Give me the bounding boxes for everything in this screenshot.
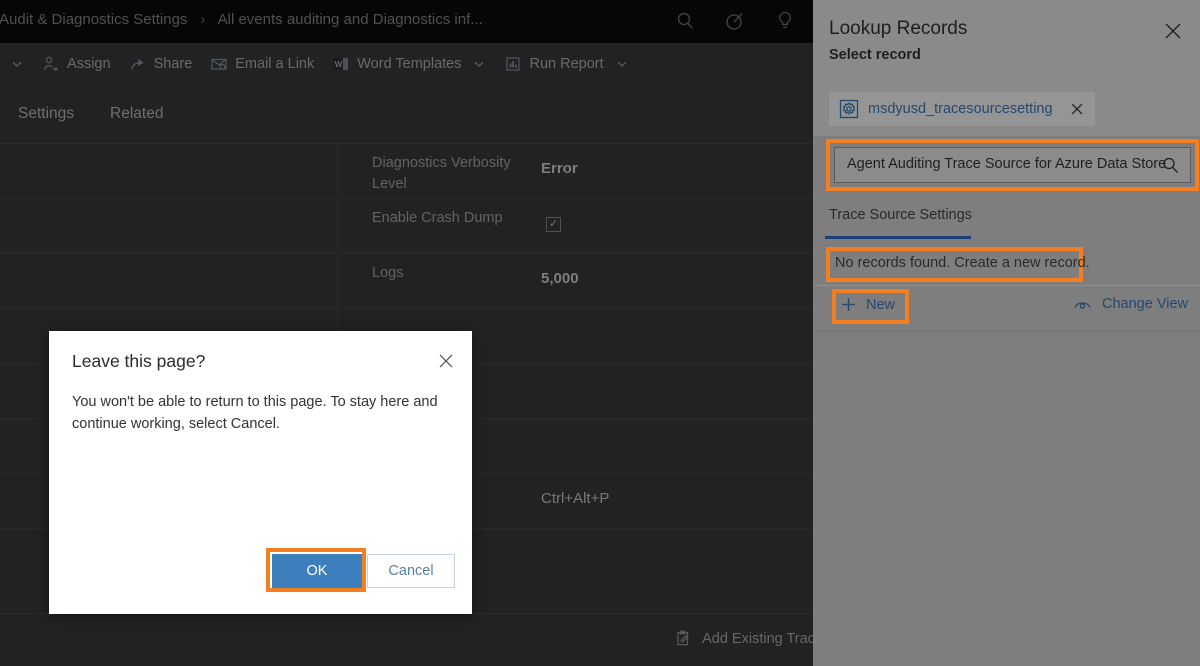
field-value[interactable]: 5,000 [541, 270, 579, 287]
chevron-down-icon [615, 57, 629, 71]
change-view-label: Change View [1102, 296, 1188, 312]
svg-text:W: W [335, 60, 343, 69]
view-tab-trace-source-settings[interactable]: Trace Source Settings [829, 207, 972, 223]
search-icon[interactable] [673, 9, 697, 33]
tab-related[interactable]: Related [92, 105, 181, 123]
shortcut-value[interactable]: Ctrl+Alt+P [541, 490, 609, 507]
breadcrumb-separator-icon: › [201, 11, 206, 27]
column-divider [337, 254, 338, 308]
close-icon[interactable] [436, 351, 456, 371]
close-icon[interactable] [1069, 101, 1085, 117]
field-value[interactable]: Error [541, 160, 578, 177]
enable-crash-dump-checkbox[interactable]: ✓ [546, 217, 561, 232]
search-input-value: Agent Auditing Trace Source for Azure Da… [847, 156, 1166, 172]
entity-filter-row: msdyusd_tracesourcesetting [813, 83, 1200, 136]
command-overflow-button[interactable] [0, 43, 33, 85]
form-footer-bar: Add Existing Trace [0, 613, 813, 666]
dialog-title: Leave this page? [72, 351, 205, 372]
breadcrumb: Audit & Diagnostics Settings › All event… [0, 11, 483, 28]
share-icon [129, 55, 147, 73]
top-navigation-bar: Audit & Diagnostics Settings › All event… [0, 0, 813, 43]
command-bar: Assign Share Email a Link [0, 43, 813, 86]
panel-header: Lookup Records Select record [813, 0, 1200, 83]
command-share[interactable]: Share [120, 43, 202, 85]
panel-subtitle: Select record [829, 47, 921, 63]
top-bar-icons [673, 9, 797, 33]
column-divider [337, 144, 338, 198]
form-row: Logs 5,000 [0, 254, 813, 309]
add-existing-label: Add Existing Trace [702, 631, 813, 647]
form-tab-strip: Settings Related [0, 85, 181, 143]
add-existing-trace-button[interactable]: Add Existing Trace [675, 630, 813, 647]
lookup-search-input[interactable]: Agent Auditing Trace Source for Azure Da… [834, 147, 1191, 183]
command-label: Share [154, 56, 193, 72]
lookup-records-panel: Lookup Records Select record msdyusd_tra… [813, 0, 1200, 666]
command-run-report[interactable]: Run Report [495, 43, 637, 85]
dialog-message: You won't be able to return to this page… [72, 391, 442, 435]
form-row: Enable Crash Dump ✓ [0, 199, 813, 254]
change-view-button[interactable]: Change View [1073, 296, 1188, 312]
view-tab-underline [825, 236, 971, 239]
form-row: Diagnostics Verbosity Level Error [0, 144, 813, 199]
assign-person-icon [42, 55, 60, 73]
breadcrumb-root[interactable]: Audit & Diagnostics Settings [0, 11, 187, 28]
command-label: Word Templates [357, 56, 461, 72]
field-label: Diagnostics Verbosity Level [372, 153, 537, 195]
entity-chip[interactable]: msdyusd_tracesourcesetting [829, 92, 1095, 126]
command-email-a-link[interactable]: Email a Link [201, 43, 323, 85]
cancel-button[interactable]: Cancel [367, 554, 455, 588]
search-icon[interactable] [1161, 156, 1180, 175]
command-assign[interactable]: Assign [33, 43, 120, 85]
command-label: Email a Link [235, 56, 314, 72]
panel-footer-divider [813, 331, 1200, 332]
lightbulb-icon[interactable] [773, 9, 797, 33]
field-label: Enable Crash Dump [372, 208, 537, 229]
command-label: Assign [67, 56, 111, 72]
highlight-ok-button [266, 548, 366, 592]
tab-settings[interactable]: Settings [0, 105, 92, 123]
no-records-message: No records found. Create a new record. [835, 255, 1090, 271]
add-existing-icon [675, 630, 692, 647]
word-icon: W [332, 55, 350, 73]
panel-title: Lookup Records [829, 18, 967, 40]
chevron-down-icon [472, 57, 486, 71]
command-label: Run Report [529, 56, 603, 72]
email-link-icon [210, 55, 228, 73]
entity-chip-label: msdyusd_tracesourcesetting [868, 101, 1053, 117]
highlight-new-button [832, 289, 909, 324]
column-divider [337, 199, 338, 253]
entity-gear-icon [839, 99, 859, 119]
report-chart-icon [504, 55, 522, 73]
command-word-templates[interactable]: W Word Templates [323, 43, 495, 85]
panel-section-divider [813, 285, 1200, 286]
assistant-icon[interactable] [723, 9, 747, 33]
chevron-down-icon [10, 57, 24, 71]
eye-icon [1073, 297, 1092, 312]
breadcrumb-current[interactable]: All events auditing and Diagnostics inf.… [218, 11, 483, 28]
field-label: Logs [372, 263, 537, 284]
close-icon[interactable] [1162, 20, 1184, 42]
